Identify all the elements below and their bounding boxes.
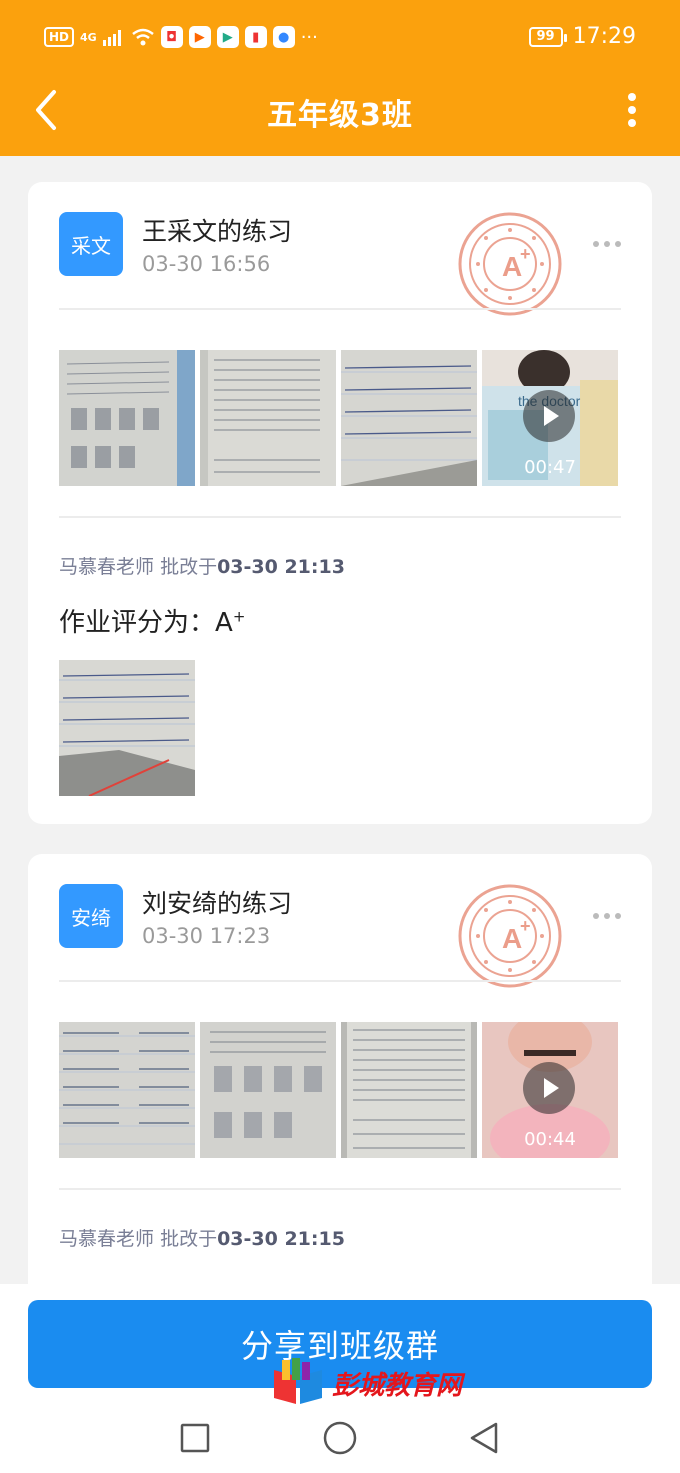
- status-right: 99 17:29: [528, 24, 636, 49]
- student-exercise-name: 刘安绮的练习: [142, 889, 293, 918]
- submit-time: 03-30 17:23: [142, 924, 271, 948]
- homework-photo[interactable]: [59, 350, 195, 486]
- divider: [59, 516, 621, 518]
- homework-photo[interactable]: [200, 350, 336, 486]
- attachment-row: 00:44: [59, 1022, 618, 1158]
- page-title: 五年级3班: [267, 98, 413, 133]
- svg-text:+: +: [520, 244, 531, 264]
- play-store-icon: ▶: [216, 26, 239, 48]
- battery-icon: 99: [528, 26, 567, 47]
- system-navigation: [180, 1421, 498, 1455]
- video-thumbnail[interactable]: the doctor 00:47: [482, 350, 618, 486]
- hd-badge: HD: [44, 27, 75, 47]
- book-logo-icon: [274, 1358, 322, 1404]
- grade-value: A: [215, 608, 233, 638]
- more-notifications: ···: [300, 26, 318, 48]
- submission-card[interactable]: 安绮 刘安绮的练习 03-30 17:23 A + 00:44 马慕春老师 批改…: [28, 854, 652, 1324]
- homework-photo[interactable]: [341, 350, 477, 486]
- teacher-name: 马慕春老师: [59, 556, 155, 578]
- divider: [59, 308, 621, 310]
- corrected-photo[interactable]: [59, 660, 195, 796]
- app-notification-icon: ◘: [160, 26, 183, 48]
- submit-time: 03-30 16:56: [142, 252, 271, 276]
- correction-info: 马慕春老师 批改于03-30 21:13: [59, 552, 345, 579]
- correction-action: 批改于: [160, 1228, 218, 1250]
- play-icon[interactable]: [523, 390, 575, 442]
- a-plus-stamp-icon: A +: [458, 212, 562, 316]
- vertical-dots-icon[interactable]: [626, 92, 638, 128]
- video-thumbnail[interactable]: 00:44: [482, 1022, 618, 1158]
- homework-photo[interactable]: [200, 1022, 336, 1158]
- correction-info: 马慕春老师 批改于03-30 21:15: [59, 1224, 345, 1251]
- home-icon[interactable]: [323, 1421, 357, 1455]
- grade-label: 作业评分为：: [59, 608, 216, 638]
- homework-photo[interactable]: [59, 1022, 195, 1158]
- teacher-name: 马慕春老师: [59, 1228, 155, 1250]
- grade-line: 作业评分为：A+: [59, 602, 245, 639]
- a-plus-stamp-icon: A +: [458, 884, 562, 988]
- homework-photo[interactable]: [341, 1022, 477, 1158]
- video-duration: 00:44: [524, 1129, 576, 1150]
- more-options-icon[interactable]: [592, 240, 622, 248]
- avatar: 采文: [59, 212, 123, 276]
- bottom-bar: 分享到班级群 彭城教育网: [0, 1284, 680, 1473]
- bulb-app-icon: ●: [272, 26, 295, 48]
- divider: [59, 1188, 621, 1190]
- book-app-icon: ▮: [244, 26, 267, 48]
- network-type: 4G: [80, 30, 97, 44]
- attachment-row: the doctor 00:47: [59, 350, 618, 486]
- recents-icon[interactable]: [180, 1423, 210, 1453]
- video-app-icon: ▶: [188, 26, 211, 48]
- more-options-icon[interactable]: [592, 912, 622, 920]
- clock: 17:29: [572, 24, 636, 49]
- wifi-icon: [131, 28, 154, 46]
- student-exercise-name: 王采文的练习: [142, 217, 293, 246]
- correction-time: 03-30 21:13: [217, 556, 345, 578]
- divider: [59, 980, 621, 982]
- watermark: 彭城教育网: [270, 1358, 462, 1408]
- back-icon[interactable]: [470, 1422, 498, 1454]
- grade-plus: +: [232, 607, 246, 626]
- watermark-text: 彭城教育网: [332, 1370, 463, 1401]
- submission-card[interactable]: 采文 王采文的练习 03-30 16:56 A + the doctor 00:…: [28, 182, 652, 824]
- status-bar: HD 4G ◘ ▶ ▶ ▮ ● ··· 99 17:29: [0, 0, 680, 78]
- svg-text:+: +: [520, 916, 531, 936]
- video-duration: 00:47: [524, 457, 576, 478]
- signal-icon: [102, 30, 121, 46]
- correction-action: 批改于: [160, 556, 218, 578]
- play-icon[interactable]: [523, 1062, 575, 1114]
- app-header: HD 4G ◘ ▶ ▶ ▮ ● ··· 99 17:29 五年级3班: [0, 0, 680, 156]
- correction-time: 03-30 21:15: [217, 1228, 345, 1250]
- avatar: 安绮: [59, 884, 123, 948]
- status-left: HD 4G ◘ ▶ ▶ ▮ ● ···: [44, 26, 318, 48]
